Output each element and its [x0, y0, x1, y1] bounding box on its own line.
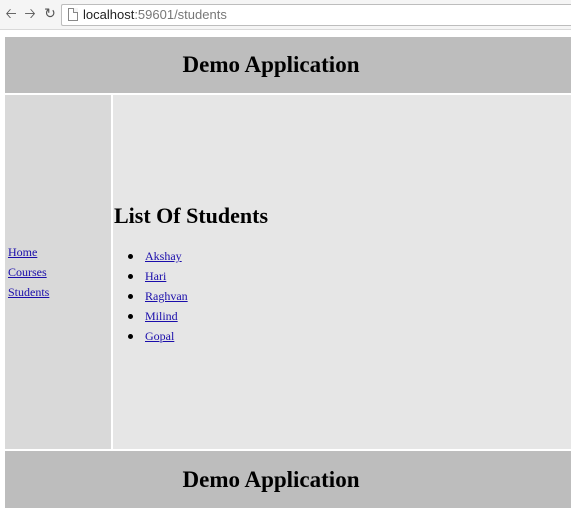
- app-header: Demo Application: [5, 37, 571, 93]
- student-link-akshay[interactable]: Akshay: [145, 246, 182, 266]
- bullet-icon: [128, 294, 133, 299]
- sidebar-item-students[interactable]: Students: [8, 285, 49, 300]
- url-host: localhost: [83, 7, 135, 22]
- bullet-icon: [128, 254, 133, 259]
- footer-title: Demo Application: [182, 466, 360, 492]
- back-arrow-icon[interactable]: 🡠: [3, 6, 19, 22]
- page-icon: [68, 8, 78, 21]
- sidebar: Home Courses Students: [5, 95, 111, 449]
- page-title: List Of Students: [114, 203, 269, 228]
- bullet-icon: [128, 314, 133, 319]
- sidebar-item-courses[interactable]: Courses: [8, 265, 47, 280]
- student-link-raghvan[interactable]: Raghvan: [145, 286, 188, 306]
- reload-icon[interactable]: ↻: [42, 6, 58, 22]
- forward-arrow-icon[interactable]: 🡢: [22, 6, 38, 22]
- student-link-gopal[interactable]: Gopal: [145, 326, 174, 346]
- bullet-icon: [128, 274, 133, 279]
- student-link-hari[interactable]: Hari: [145, 266, 166, 286]
- main-content: List Of Students Akshay Hari Raghvan Mil…: [113, 95, 571, 449]
- address-bar[interactable]: localhost:59601/students: [61, 4, 571, 26]
- app-footer: Demo Application: [5, 451, 571, 508]
- header-title: Demo Application: [182, 52, 360, 77]
- url-text[interactable]: localhost:59601/students: [83, 7, 227, 22]
- url-path: :59601/students: [134, 7, 227, 22]
- sidebar-item-home[interactable]: Home: [8, 245, 37, 260]
- student-link-milind[interactable]: Milind: [145, 306, 178, 326]
- browser-toolbar: 🡠 🡢 ↻ localhost:59601/students: [0, 0, 571, 30]
- bullet-icon: [128, 334, 133, 339]
